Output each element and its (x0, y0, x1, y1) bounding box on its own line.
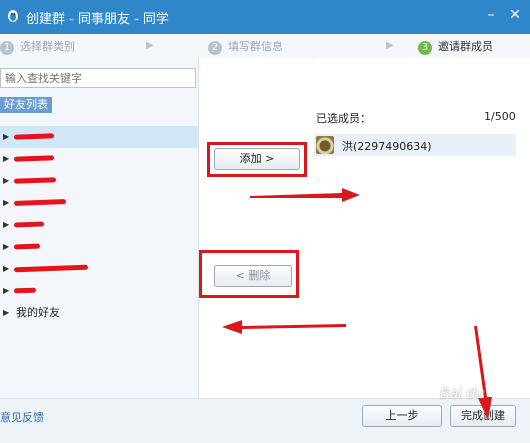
search-input[interactable] (0, 68, 196, 88)
close-button[interactable]: ✕ (506, 6, 524, 24)
expand-arrow-icon[interactable]: ▶ (3, 170, 9, 192)
step-3: 3 邀请群成员 (418, 38, 493, 55)
expand-arrow-icon[interactable]: ▶ (3, 302, 9, 324)
step-1-label: 选择群类别 (20, 40, 75, 53)
expand-arrow-icon[interactable]: ▶ (3, 236, 9, 258)
redaction-scribble (13, 243, 41, 250)
member-name: 洪(2297490634) (342, 140, 432, 153)
friend-group-label: 我的好友 (16, 306, 60, 319)
previous-button[interactable]: 上一步 (362, 405, 442, 427)
selected-panel (314, 58, 530, 398)
friend-group[interactable]: ▶ (0, 280, 198, 302)
step-3-label: 邀请群成员 (438, 40, 493, 53)
friend-group[interactable]: ▶ (0, 192, 198, 214)
feedback-link[interactable]: 意见反馈 (0, 409, 44, 425)
finish-button[interactable]: 完成创建 (450, 405, 516, 427)
step-2-number: 2 (208, 41, 222, 55)
expand-arrow-icon[interactable]: ▶ (3, 148, 9, 170)
redaction-scribble (13, 287, 37, 294)
annotation-box-add (207, 142, 307, 177)
minimize-button[interactable]: – (482, 6, 500, 24)
step-2: 2 填写群信息 (208, 38, 283, 55)
redaction-scribble (13, 221, 45, 228)
redaction-scribble (13, 264, 89, 273)
qq-penguin-icon (8, 10, 18, 22)
friend-group[interactable]: ▶ (0, 258, 198, 280)
expand-arrow-icon[interactable]: ▶ (3, 126, 9, 148)
redaction-scribble (13, 199, 67, 206)
selected-count: 1/500 (484, 110, 516, 123)
step-arrow-icon: ▶ (146, 40, 154, 51)
expand-arrow-icon[interactable]: ▶ (3, 280, 9, 302)
annotation-box-remove (199, 250, 299, 298)
friend-group[interactable]: ▶ (0, 214, 198, 236)
step-1: 1 选择群类别 (0, 38, 75, 55)
step-indicator: 1 选择群类别 ▶ 2 填写群信息 ▶ 3 邀请群成员 (0, 34, 530, 59)
expand-arrow-icon[interactable]: ▶ (3, 258, 9, 280)
redaction-scribble (13, 177, 57, 184)
redaction-scribble (13, 133, 55, 140)
step-1-number: 1 (0, 41, 14, 55)
expand-arrow-icon[interactable]: ▶ (3, 214, 9, 236)
step-3-number: 3 (418, 41, 432, 55)
friends-list-tab[interactable]: 好友列表 (0, 97, 52, 113)
title-bar: 创建群 - 同事朋友 - 同学 – ✕ (0, 0, 530, 34)
watermark: Bai du (440, 386, 485, 402)
action-column (199, 58, 313, 398)
expand-arrow-icon[interactable]: ▶ (3, 192, 9, 214)
friend-group[interactable]: ▶ (0, 126, 198, 148)
friend-group-my-friends[interactable]: ▶ 我的好友 (0, 302, 198, 324)
friend-group[interactable]: ▶ (0, 236, 198, 258)
friend-group[interactable]: ▶ (0, 148, 198, 170)
step-2-label: 填写群信息 (228, 40, 283, 53)
friend-group[interactable]: ▶ (0, 170, 198, 192)
selected-member-row[interactable]: 洪(2297490634) (314, 134, 516, 156)
window-title: 创建群 - 同事朋友 - 同学 (26, 12, 169, 27)
redaction-scribble (13, 155, 55, 162)
selected-members-label: 已选成员： (316, 112, 371, 125)
step-arrow-icon: ▶ (386, 40, 394, 51)
avatar-icon (316, 136, 334, 154)
